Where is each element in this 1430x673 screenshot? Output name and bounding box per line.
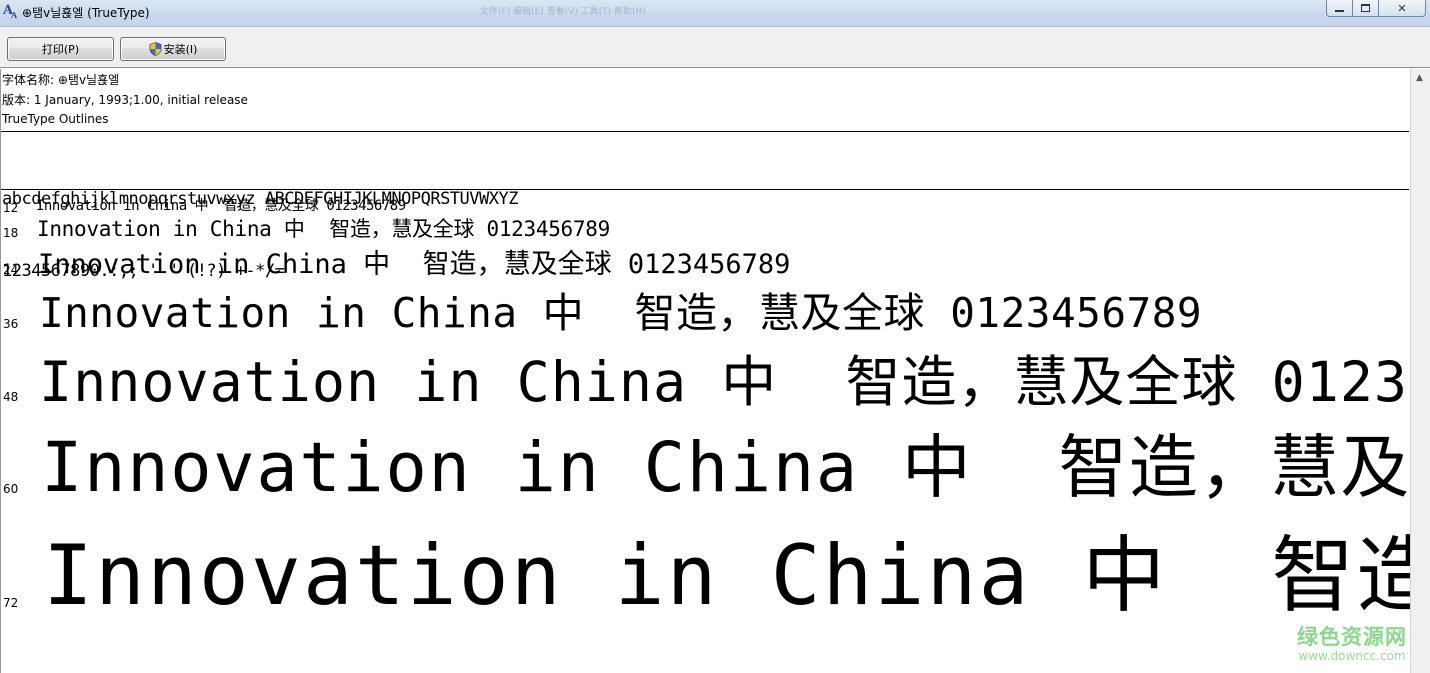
divider [1, 131, 1409, 132]
sample-size-label: 60 [3, 482, 19, 496]
sample-size-label: 36 [3, 317, 19, 331]
font-version: 版本: 1 January, 1993;1.00, initial releas… [2, 92, 248, 107]
scroll-up-icon[interactable]: ▲ [1416, 73, 1423, 83]
sample-row-12: 12 Innovation in China 中 智造，慧及全球 0123456… [1, 197, 1409, 217]
minimize-button[interactable] [1326, 0, 1353, 17]
uac-shield-icon [149, 42, 162, 56]
install-button[interactable]: 安装(I) [120, 37, 226, 61]
title-bar[interactable]: AA ⊕탬ⅴ닐횭엘 (TrueType) 文件(F) 编辑(E) 查看(V) 工… [0, 0, 1430, 27]
sample-text: Innovation in China 中 智造，慧及全球 0123456789 [37, 217, 610, 241]
sample-row-36: 36 Innovation in China 中 智造，慧及全球 0123456… [1, 289, 1409, 344]
sample-text: Innovation in China 中 智造，慧及全球 0123456789 [36, 198, 406, 214]
sample-size-label: 18 [3, 226, 19, 240]
maximize-icon [1361, 4, 1370, 12]
font-outline-type: TrueType Outlines [2, 112, 109, 126]
divider [1, 189, 1409, 190]
sample-text: Innovation in China 中 智造，慧及全球 0123456789 [38, 249, 791, 280]
window-controls: ✕ [1326, 0, 1426, 17]
sample-text: Innovation in China 中 智造，慧及全球 0123456789 [39, 289, 1203, 337]
window-title: ⊕탬ⅴ닐횭엘 (TrueType) [22, 6, 150, 20]
sample-size-label: 24 [3, 263, 19, 277]
minimize-icon [1335, 9, 1344, 12]
watermark-text: 绿色资源网 [1297, 625, 1407, 649]
sample-size-label: 12 [3, 201, 19, 215]
vertical-scrollbar[interactable]: ▲ [1410, 69, 1430, 673]
sample-row-60: 60 Innovation in China 中 智造，慧及全球 0123456… [1, 427, 1410, 517]
sample-row-48: 48 Innovation in China 中 智造，慧及全球 0123456… [1, 347, 1410, 422]
watermark: 绿色资源网 www.downcc.com [1296, 621, 1408, 663]
watermark-url: www.downcc.com [1298, 649, 1406, 663]
font-icon: AA [3, 3, 18, 21]
toolbar: 打印(P) 安装(I) [0, 27, 1430, 68]
background-window-menu: 文件(F) 编辑(E) 查看(V) 工具(T) 帮助(H) [480, 7, 646, 17]
close-icon: ✕ [1397, 1, 1407, 15]
close-button[interactable]: ✕ [1379, 0, 1426, 17]
maximize-button[interactable] [1353, 0, 1379, 17]
sample-size-label: 72 [3, 596, 19, 610]
sample-text: Innovation in China 中 智造，慧及全球 0123456789 [41, 428, 1410, 508]
font-preview-pane[interactable]: 字体名称: ⊕탬ⅴ닐횭엘 版本: 1 January, 1993;1.00, i… [0, 69, 1410, 673]
sample-row-72: 72 Innovation in China 中 智造，慧及全球 0123456… [1, 524, 1410, 634]
font-name: 字体名称: ⊕탬ⅴ닐횭엘 [2, 73, 120, 87]
sample-row-18: 18 Innovation in China 中 智造，慧及全球 0123456… [1, 219, 1409, 247]
print-button[interactable]: 打印(P) [7, 37, 114, 61]
sample-text: Innovation in China 中 智造，慧及全球 0123456789 [39, 350, 1410, 414]
sample-size-label: 48 [3, 390, 19, 404]
install-button-label: 安装(I) [163, 43, 198, 56]
print-button-label: 打印(P) [41, 43, 80, 56]
sample-text: Innovation in China 中 智造，慧及全球 0123456789 [43, 527, 1410, 624]
sample-row-24: 24 Innovation in China 中 智造，慧及全球 0123456… [1, 249, 1409, 285]
font-info: 字体名称: ⊕탬ⅴ닐횭엘 版本: 1 January, 1993;1.00, i… [2, 71, 248, 130]
